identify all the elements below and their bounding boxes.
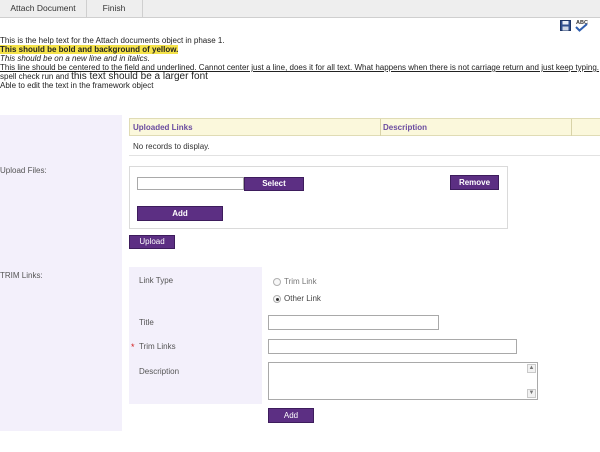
upload-button[interactable]: Upload xyxy=(129,235,175,249)
tab-bar: Attach Document Finish xyxy=(0,0,600,18)
add-file-button[interactable]: Add xyxy=(137,206,223,221)
title-label: Title xyxy=(139,318,154,327)
file-path-input[interactable] xyxy=(137,177,244,190)
add-trim-link-button[interactable]: Add xyxy=(268,408,314,423)
trim-links-field-label: Trim Links xyxy=(139,342,176,351)
description-textarea[interactable]: ▲ ▼ xyxy=(268,362,538,400)
radio-other-link[interactable] xyxy=(273,295,281,303)
trim-links-input[interactable] xyxy=(268,339,517,354)
column-divider xyxy=(571,119,572,136)
scroll-up-icon[interactable]: ▲ xyxy=(527,364,536,373)
help-line-bold: This should be bold and background of ye… xyxy=(0,45,179,54)
column-divider xyxy=(380,119,381,136)
divider xyxy=(129,155,600,156)
upload-files-label: Upload Files: xyxy=(0,166,47,175)
link-type-label: Link Type xyxy=(139,276,174,285)
save-icon[interactable] xyxy=(560,20,571,31)
help-line-1: This is the help text for the Attach doc… xyxy=(0,36,225,45)
remove-button[interactable]: Remove xyxy=(450,175,499,190)
help-line-italic: This should be on a new line and in ital… xyxy=(0,54,150,63)
column-uploaded-links[interactable]: Uploaded Links xyxy=(133,119,193,136)
radio-trim-link-label[interactable]: Trim Link xyxy=(284,277,317,286)
required-indicator: * xyxy=(131,342,135,352)
scroll-down-icon[interactable]: ▼ xyxy=(527,389,536,398)
trim-links-label: TRIM Links: xyxy=(0,271,43,280)
tab-finish[interactable]: Finish xyxy=(86,0,143,17)
spellcheck-icon[interactable]: ABC xyxy=(573,18,591,32)
tab-attach-document[interactable]: Attach Document xyxy=(0,0,87,17)
help-line-spell: spell check run and xyxy=(0,72,72,81)
uploaded-links-table-header: Uploaded Links Description xyxy=(129,118,600,136)
help-text: This is the help text for the Attach doc… xyxy=(0,36,600,90)
trim-field-labels-panel xyxy=(129,267,262,404)
no-records-message: No records to display. xyxy=(133,142,210,151)
help-line-edit: Able to edit the text in the framework o… xyxy=(0,81,154,90)
select-button[interactable]: Select xyxy=(244,177,304,191)
column-description[interactable]: Description xyxy=(383,119,427,136)
description-label: Description xyxy=(139,367,180,376)
radio-trim-link[interactable] xyxy=(273,278,281,286)
radio-other-link-label[interactable]: Other Link xyxy=(284,294,321,303)
title-input[interactable] xyxy=(268,315,439,330)
